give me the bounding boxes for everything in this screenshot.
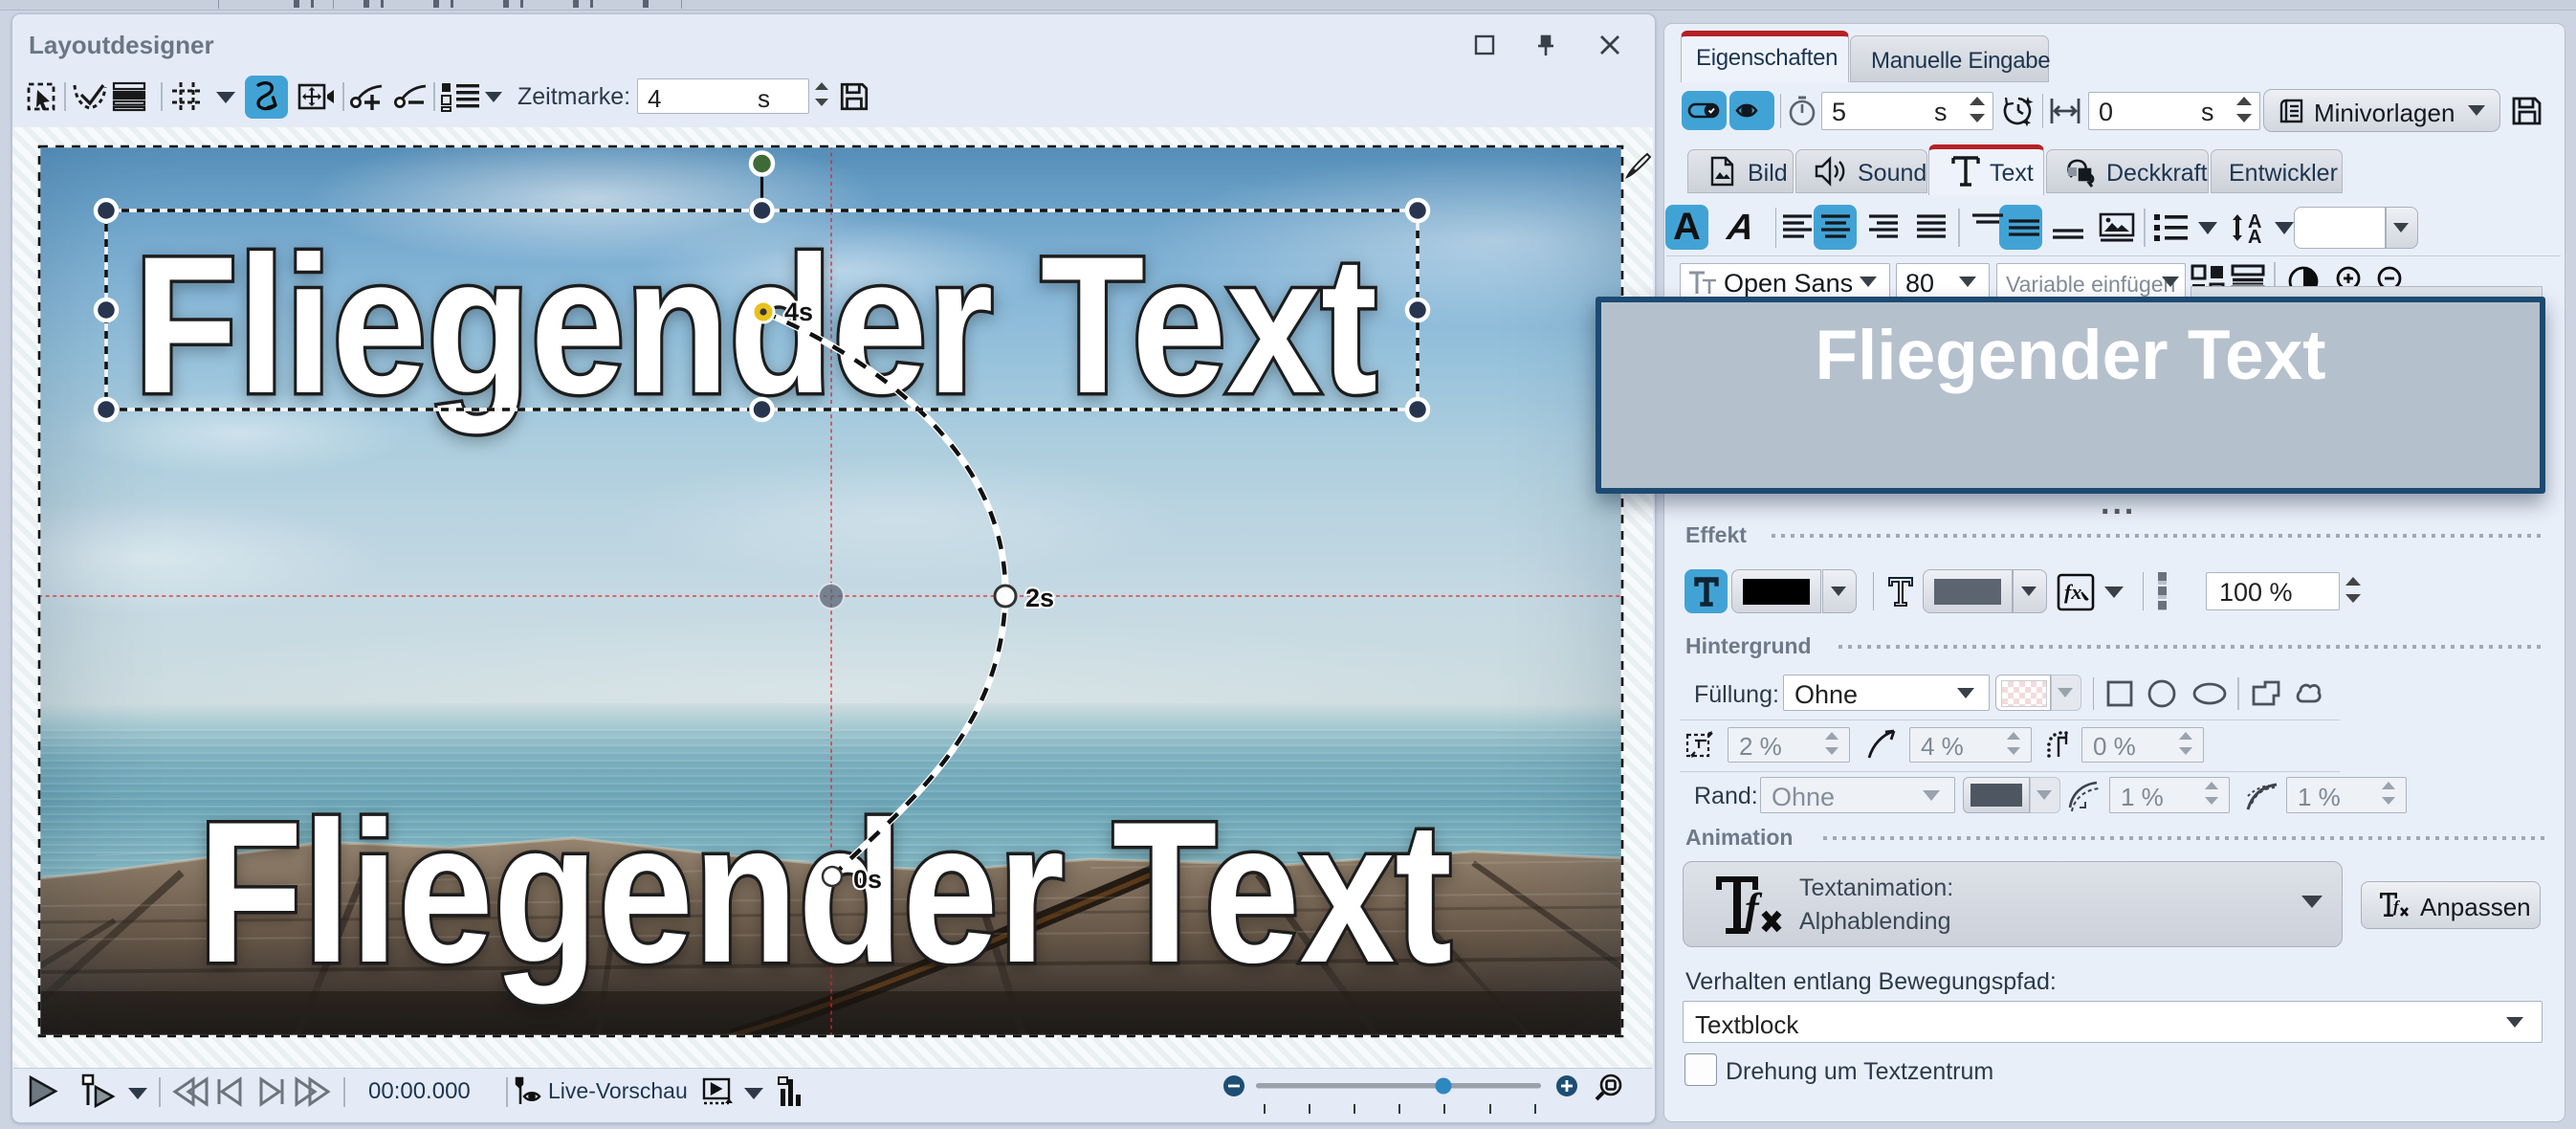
- svg-text:f: f: [1745, 885, 1763, 932]
- svg-text:Live-Vorschau: Live-Vorschau: [548, 1078, 688, 1103]
- svg-text:fx: fx: [2064, 580, 2081, 604]
- svg-text:4s: 4s: [784, 298, 813, 326]
- svg-text:2s: 2s: [1025, 584, 1054, 612]
- svg-text:Fliegender Text: Fliegender Text: [198, 780, 1452, 1005]
- svg-text:A: A: [2248, 227, 2261, 248]
- svg-text:f: f: [2393, 897, 2401, 916]
- svg-text:0s: 0s: [853, 865, 882, 894]
- svg-text:00:00.000: 00:00.000: [368, 1078, 471, 1104]
